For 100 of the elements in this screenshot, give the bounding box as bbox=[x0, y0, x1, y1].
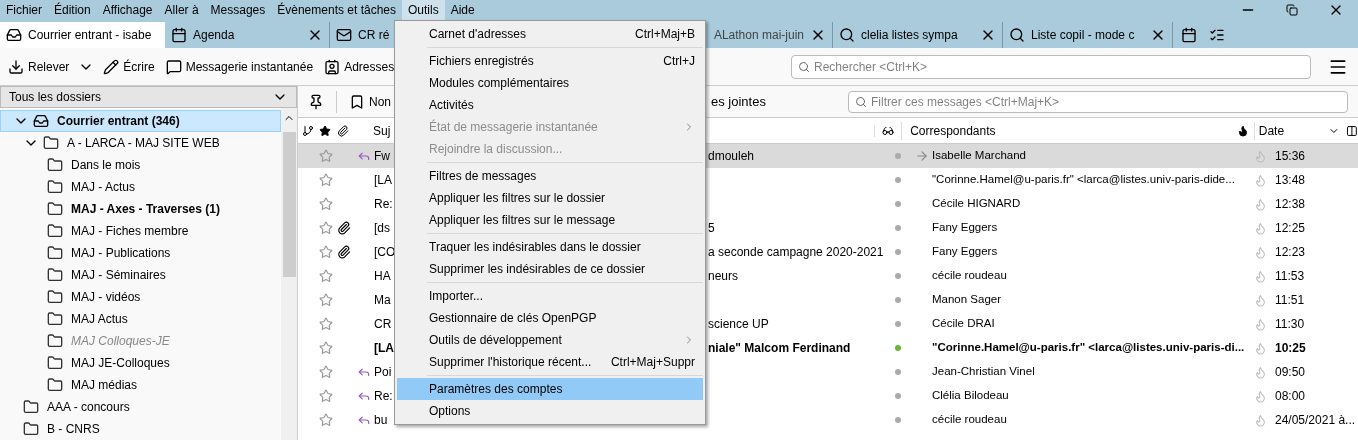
task-list-icon[interactable] bbox=[1209, 27, 1225, 43]
thread-icon[interactable] bbox=[301, 124, 314, 137]
subject-text: HA bbox=[374, 269, 391, 283]
junk-flame-icon[interactable] bbox=[1253, 341, 1267, 355]
menu-entry[interactable]: Options bbox=[397, 400, 703, 422]
menu-item[interactable]: Aide bbox=[444, 0, 481, 20]
star-icon[interactable] bbox=[319, 317, 333, 331]
folder-row[interactable]: MAJ - Actus bbox=[0, 176, 281, 198]
folder-icon bbox=[47, 311, 63, 327]
star-icon[interactable] bbox=[319, 269, 333, 283]
toolbar-button[interactable]: Messagerie instantanée bbox=[163, 54, 316, 79]
menu-item[interactable]: Évènements et tâches bbox=[271, 0, 402, 20]
column-header[interactable]: Suj bbox=[373, 123, 391, 138]
date-text: 12:25 bbox=[1274, 220, 1307, 237]
menu-item[interactable]: Fichier bbox=[0, 0, 48, 20]
toolbar-button[interactable]: Écrire bbox=[101, 54, 157, 79]
correspondent-text: Fany Eggers bbox=[932, 220, 998, 236]
menu-entry[interactable]: Traquer les indésirables dans le dossier bbox=[397, 236, 703, 258]
search-field[interactable]: Rechercher <Ctrl+K> bbox=[791, 54, 1311, 79]
folder-row[interactable]: B - CNRS bbox=[0, 418, 281, 440]
menu-entry[interactable]: Fichiers enregistrés Ctrl+J bbox=[397, 50, 703, 72]
menu-entry[interactable]: Outils de développement bbox=[397, 329, 703, 351]
folder-row[interactable]: MAJ - Publications bbox=[0, 242, 281, 264]
paperclip-icon[interactable] bbox=[337, 124, 350, 137]
menu-entry[interactable]: Gestionnaire de clés OpenPGP bbox=[397, 307, 703, 329]
folder-row[interactable]: A - LARCA - MAJ SITE WEB bbox=[0, 132, 281, 154]
scrollbar[interactable] bbox=[281, 108, 297, 440]
menu-entry[interactable]: Filtres de messages bbox=[397, 165, 703, 187]
correspondent-text: cécile roudeau bbox=[932, 268, 1007, 284]
folder-icon bbox=[23, 399, 39, 415]
pin-icon[interactable] bbox=[308, 93, 324, 110]
menu-entry[interactable]: Appliquer les filtres sur le dossier bbox=[397, 187, 703, 209]
chat-icon bbox=[165, 58, 182, 75]
menu-item[interactable]: Outils bbox=[402, 0, 445, 20]
folder-row[interactable]: MAJ JE-Colloques bbox=[0, 352, 281, 374]
calendar-icon[interactable] bbox=[1181, 27, 1197, 43]
toolbar-button[interactable]: Adresses bbox=[322, 54, 397, 79]
folder-row[interactable]: MAJ Colloques-JE bbox=[0, 330, 281, 352]
junk-flame-icon[interactable] bbox=[1253, 389, 1267, 403]
menu-entry[interactable]: Carnet d'adresses Ctrl+Maj+B bbox=[397, 23, 703, 45]
star-icon[interactable] bbox=[319, 365, 333, 379]
menu-entry[interactable]: Modules complémentaires bbox=[397, 72, 703, 94]
filter-button[interactable]: Non bbox=[349, 92, 391, 111]
folder-row[interactable]: MAJ Actus bbox=[0, 308, 281, 330]
junk-flame-icon[interactable] bbox=[1253, 413, 1267, 427]
subject-text: a seconde campagne 2020-2021 bbox=[708, 244, 884, 261]
star-icon[interactable] bbox=[319, 341, 333, 355]
column-picker-icon[interactable] bbox=[1346, 124, 1358, 137]
folder-row[interactable]: MAJ médias bbox=[0, 374, 281, 396]
menu-entry[interactable]: Appliquer les filtres sur le message bbox=[397, 209, 703, 231]
star-icon[interactable] bbox=[319, 293, 333, 307]
subject-text: Re: bbox=[374, 389, 393, 403]
menu-item[interactable]: Affichage bbox=[96, 0, 159, 20]
folder-icon bbox=[47, 245, 63, 261]
column-header[interactable]: Date bbox=[1253, 121, 1329, 140]
menu-item[interactable]: Édition bbox=[48, 0, 97, 20]
folder-row[interactable]: AAA - concours bbox=[0, 396, 281, 418]
toolbar-button[interactable]: Relever bbox=[6, 54, 72, 79]
folder-row[interactable]: MAJ - Séminaires bbox=[0, 264, 281, 286]
menu-item[interactable]: Aller à bbox=[158, 0, 205, 20]
folder-row[interactable]: MAJ - Fiches membre bbox=[0, 220, 281, 242]
menu-entry[interactable]: Supprimer les indésirables de ce dossier bbox=[397, 258, 703, 280]
folder-row[interactable]: Dans le mois bbox=[0, 154, 281, 176]
junk-flame-icon[interactable] bbox=[1253, 269, 1267, 283]
star-icon[interactable] bbox=[319, 173, 333, 187]
star-icon[interactable] bbox=[319, 197, 333, 211]
folder-row[interactable]: Courrier entrant (346) bbox=[0, 110, 281, 132]
junk-flame-icon[interactable] bbox=[1253, 365, 1267, 379]
star-icon[interactable] bbox=[319, 221, 333, 235]
star-icon[interactable] bbox=[319, 124, 332, 137]
junk-flame-icon[interactable] bbox=[1253, 317, 1267, 331]
flame-icon[interactable] bbox=[1236, 124, 1249, 137]
menu-entry[interactable]: Importer... bbox=[397, 285, 703, 307]
filter-button[interactable]: es jointes bbox=[711, 91, 766, 112]
tab[interactable]: Courrier entrant - isabe bbox=[0, 22, 165, 48]
star-icon[interactable] bbox=[319, 413, 333, 427]
star-icon[interactable] bbox=[319, 149, 333, 163]
junk-flame-icon[interactable] bbox=[1253, 245, 1267, 259]
junk-flame-icon[interactable] bbox=[1253, 293, 1267, 307]
subject-text: dmouleh bbox=[708, 148, 755, 165]
junk-flame-icon[interactable] bbox=[1253, 221, 1267, 235]
column-header[interactable]: Correspondants bbox=[901, 121, 1233, 140]
correspondent-text: Fany Eggers bbox=[932, 244, 998, 260]
restore-icon[interactable] bbox=[1286, 4, 1298, 16]
subject-text: neurs bbox=[708, 268, 739, 285]
filter-field[interactable]: Filtrer ces messages <Ctrl+Maj+K> bbox=[848, 90, 1348, 113]
folder-row[interactable]: MAJ - vidéos bbox=[0, 286, 281, 308]
menu-entry[interactable]: Supprimer l'historique récent... Ctrl+Maj+Suppr bbox=[397, 351, 703, 373]
folder-view-dropdown[interactable]: Tous les dossiers bbox=[0, 86, 297, 108]
star-icon[interactable] bbox=[319, 245, 333, 259]
menu-entry[interactable]: Paramètres des comptes bbox=[397, 378, 703, 400]
star-icon[interactable] bbox=[319, 389, 333, 403]
read-status-icon[interactable] bbox=[881, 124, 894, 137]
junk-flame-icon[interactable] bbox=[1253, 173, 1267, 187]
folder-row[interactable]: MAJ - Axes - Traverses (1) bbox=[0, 198, 281, 220]
subject-text: Re: bbox=[374, 197, 393, 211]
subject-text: Fw bbox=[374, 149, 390, 163]
menu-item[interactable]: Messages bbox=[204, 0, 272, 20]
junk-flame-icon[interactable] bbox=[1253, 197, 1267, 211]
menu-entry[interactable]: Activités bbox=[397, 94, 703, 116]
